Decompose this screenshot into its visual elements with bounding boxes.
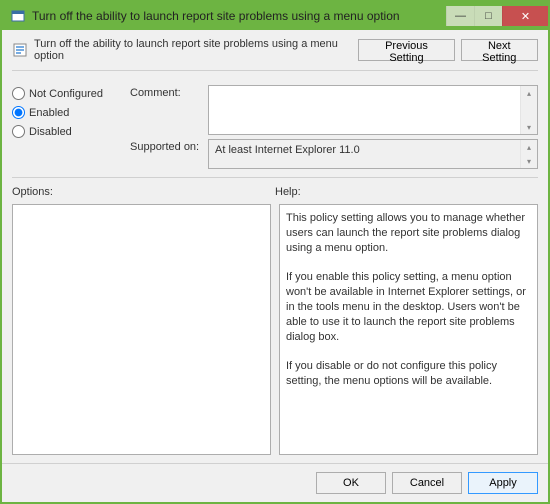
comment-textarea[interactable]: ▴ ▾	[208, 85, 538, 135]
options-label: Options:	[12, 186, 275, 198]
supported-label: Supported on:	[130, 139, 202, 153]
previous-setting-button[interactable]: Previous Setting	[358, 39, 454, 61]
help-content: This policy setting allows you to manage…	[286, 212, 529, 387]
window-icon	[10, 8, 26, 24]
footer: OK Cancel Apply	[2, 463, 548, 502]
options-panel	[12, 204, 271, 455]
divider	[12, 177, 538, 178]
close-button[interactable]: ✕	[502, 6, 548, 26]
radio-not-configured-label: Not Configured	[29, 88, 103, 100]
radio-enabled-label: Enabled	[29, 107, 69, 119]
window-buttons: — □ ✕	[446, 6, 548, 26]
comment-label: Comment:	[130, 85, 202, 99]
supported-scrollbar[interactable]: ▴ ▾	[520, 140, 537, 168]
supported-on-value: At least Internet Explorer 11.0	[215, 144, 360, 156]
minimize-button[interactable]: —	[446, 6, 474, 26]
comment-scrollbar[interactable]: ▴ ▾	[520, 86, 537, 134]
scroll-up-icon[interactable]: ▴	[521, 86, 537, 100]
radio-not-configured[interactable]: Not Configured	[12, 87, 122, 100]
comment-column: Comment: ▴ ▾ Supported on: At least Inte…	[130, 85, 538, 169]
policy-dialog-window: Turn off the ability to launch report si…	[0, 0, 550, 504]
scroll-up-icon[interactable]: ▴	[521, 140, 537, 154]
panel-labels: Options: Help:	[12, 186, 538, 198]
radio-disabled-label: Disabled	[29, 126, 72, 138]
policy-title-text: Turn off the ability to launch report si…	[34, 38, 352, 62]
window-title: Turn off the ability to launch report si…	[32, 9, 446, 23]
policy-icon	[12, 42, 28, 58]
supported-on-box: At least Internet Explorer 11.0 ▴ ▾	[208, 139, 538, 169]
radio-column: Not Configured Enabled Disabled	[12, 85, 122, 169]
content-area: Turn off the ability to launch report si…	[2, 30, 548, 463]
scroll-down-icon[interactable]: ▾	[521, 154, 537, 168]
radio-enabled[interactable]: Enabled	[12, 106, 122, 119]
apply-button[interactable]: Apply	[468, 472, 538, 494]
scroll-down-icon[interactable]: ▾	[521, 120, 537, 134]
next-setting-button[interactable]: Next Setting	[461, 39, 538, 61]
maximize-button[interactable]: □	[474, 6, 502, 26]
ok-button[interactable]: OK	[316, 472, 386, 494]
supported-field-row: Supported on: At least Internet Explorer…	[130, 139, 538, 169]
panels: This policy setting allows you to manage…	[12, 204, 538, 455]
config-row: Not Configured Enabled Disabled Comment:	[12, 79, 538, 169]
help-panel: This policy setting allows you to manage…	[279, 204, 538, 455]
cancel-button[interactable]: Cancel	[392, 472, 462, 494]
comment-field-row: Comment: ▴ ▾	[130, 85, 538, 135]
radio-disabled-input[interactable]	[12, 125, 25, 138]
divider	[12, 70, 538, 71]
nav-buttons: Previous Setting Next Setting	[358, 39, 538, 61]
titlebar[interactable]: Turn off the ability to launch report si…	[2, 2, 548, 30]
radio-disabled[interactable]: Disabled	[12, 125, 122, 138]
help-label: Help:	[275, 186, 301, 198]
header-row: Turn off the ability to launch report si…	[12, 38, 538, 62]
radio-not-configured-input[interactable]	[12, 87, 25, 100]
radio-enabled-input[interactable]	[12, 106, 25, 119]
